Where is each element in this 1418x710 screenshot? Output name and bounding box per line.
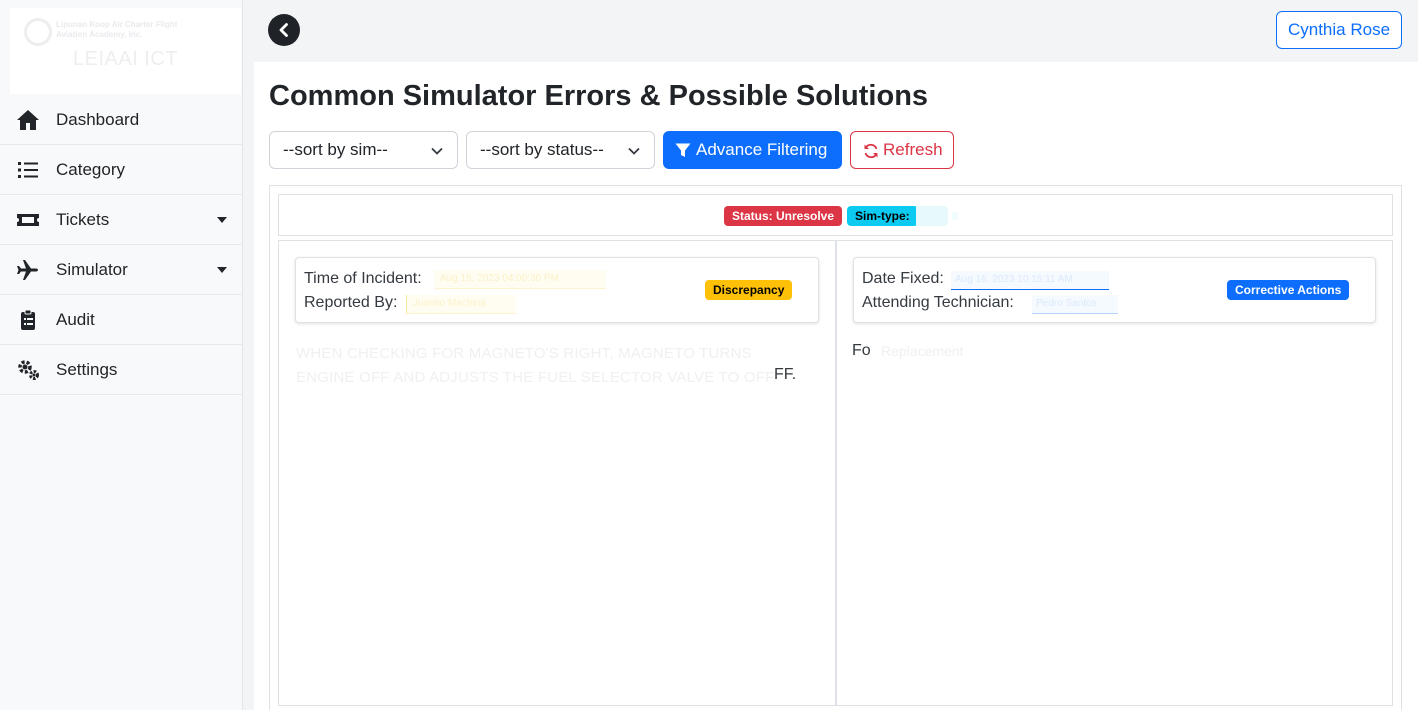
- sidebar-item-label: Category: [56, 160, 125, 179]
- status-badge: Status: Unresolve: [724, 206, 843, 226]
- corrective-action-text: Replacement: [881, 343, 964, 359]
- filter-icon: [675, 143, 691, 157]
- sidebar: Lipunan Koop Air Charter Flight Aviation…: [0, 0, 243, 710]
- advance-filtering-button[interactable]: Advance Filtering: [663, 131, 842, 169]
- advance-filtering-label: Advance Filtering: [696, 140, 828, 159]
- discrepancy-badge: Discrepancy: [705, 280, 793, 300]
- plane-icon: [16, 258, 40, 282]
- refresh-label: Refresh: [883, 140, 943, 159]
- corrective-actions-badge: Corrective Actions: [1227, 280, 1350, 300]
- logo-line-2: Aviation Academy, Inc.: [56, 30, 143, 39]
- sidebar-item-label: Dashboard: [56, 110, 140, 129]
- clipboard-icon: [16, 308, 40, 332]
- user-menu-button[interactable]: Cynthia Rose: [1276, 11, 1402, 49]
- corrective-action-prefix: Fo: [852, 342, 871, 359]
- logo-emblem-icon: [24, 18, 52, 46]
- sidebar-nav: Dashboard Category Tickets Simulator Aud…: [0, 95, 243, 395]
- sidebar-item-simulator[interactable]: Simulator: [0, 245, 243, 295]
- caret-down-icon[interactable]: [217, 217, 227, 223]
- logo-line-1: Lipunan Koop Air Charter Flight: [56, 20, 178, 29]
- sidebar-item-settings[interactable]: Settings: [0, 345, 243, 395]
- home-icon: [16, 108, 40, 132]
- sort-by-sim-select[interactable]: --sort by sim--: [269, 131, 458, 169]
- logo-text: LEIAAI ICT: [72, 48, 179, 70]
- attending-technician-label: Attending Technician:: [862, 294, 1014, 311]
- ticket-icon: [16, 208, 40, 232]
- sim-type-value: [916, 206, 948, 226]
- reported-by-value: Juanito Machina: [406, 295, 516, 314]
- sidebar-item-category[interactable]: Category: [0, 145, 243, 195]
- chevron-down-icon: [431, 147, 443, 155]
- sidebar-item-audit[interactable]: Audit: [0, 295, 243, 345]
- time-of-incident-value: Aug 15, 2023 04:00:30 PM: [434, 270, 606, 289]
- chevron-left-icon: [279, 23, 288, 37]
- sidebar-item-dashboard[interactable]: Dashboard: [0, 95, 243, 145]
- list-icon: [16, 158, 40, 182]
- sort-by-status-value: --sort by status--: [480, 140, 604, 159]
- back-button[interactable]: [268, 14, 300, 46]
- refresh-icon: [864, 143, 878, 159]
- chevron-down-icon: [628, 147, 640, 155]
- caret-down-icon[interactable]: [217, 267, 227, 273]
- brand-logo[interactable]: Lipunan Koop Air Charter Flight Aviation…: [10, 8, 241, 94]
- sidebar-item-label: Tickets: [56, 210, 110, 229]
- sort-by-sim-value: --sort by sim--: [283, 140, 388, 159]
- gears-icon: [16, 358, 40, 382]
- discrepancy-description-tail: FF.: [774, 366, 797, 383]
- time-of-incident-label: Time of Incident:: [304, 270, 422, 287]
- date-fixed-label: Date Fixed:: [862, 270, 944, 287]
- attending-technician-value: Pedro Santos: [1032, 295, 1118, 314]
- sidebar-item-label: Audit: [56, 310, 95, 329]
- discrepancy-description: WHEN CHECKING FOR MAGNETO'S RIGHT, MAGNE…: [296, 345, 778, 386]
- sim-type-badge: Sim-type:: [847, 206, 918, 226]
- filter-dot: [952, 212, 958, 220]
- sidebar-item-label: Settings: [56, 360, 118, 379]
- sort-by-status-select[interactable]: --sort by status--: [466, 131, 655, 169]
- sidebar-item-label: Simulator: [56, 260, 128, 279]
- reported-by-label: Reported By:: [304, 294, 398, 311]
- refresh-button[interactable]: Refresh: [850, 131, 954, 169]
- page-title: Common Simulator Errors & Possible Solut…: [269, 80, 929, 112]
- sidebar-item-tickets[interactable]: Tickets: [0, 195, 243, 245]
- date-fixed-value: Aug 16, 2023 10:15:11 AM: [951, 271, 1109, 290]
